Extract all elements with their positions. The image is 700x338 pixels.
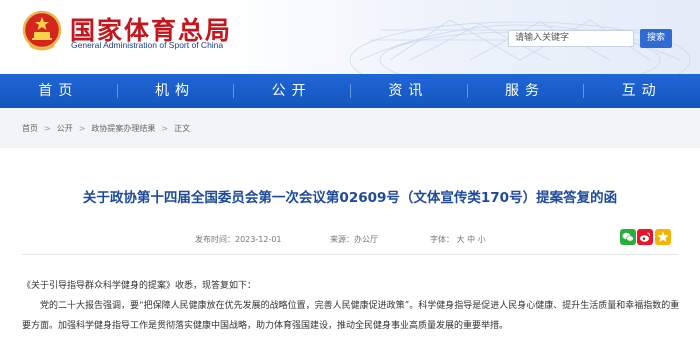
font-size-small[interactable]: 小 (478, 235, 486, 244)
source-value: 办公厅 (354, 235, 378, 244)
publish-date-label: 发布时间： (195, 235, 235, 244)
search-button[interactable]: 搜索 (640, 29, 672, 48)
site-header: 国家体育总局 General Administration of Sport o… (0, 0, 700, 74)
breadcrumb-current: 正文 (174, 124, 191, 133)
breadcrumb-separator: > (78, 124, 86, 133)
main-nav: 首页 机构 公开 资讯 服务 互动 (0, 74, 700, 108)
source-label: 来源： (330, 235, 354, 244)
nav-item-interaction[interactable]: 互动 (583, 74, 700, 108)
nav-item-public[interactable]: 公开 (233, 74, 350, 108)
site-logo-subtitle: General Administration of Sport of China (71, 40, 224, 50)
font-size-label: 字体： (430, 235, 454, 244)
breadcrumb-separator: > (161, 124, 169, 133)
publish-date: 发布时间：2023-12-01 (195, 234, 282, 245)
article-paragraph: 《关于引导指导群众科学健身的提案》收悉，现答复如下： (22, 281, 257, 291)
font-size-switcher: 字体： 大 中 小 (430, 234, 486, 245)
nav-item-service[interactable]: 服务 (466, 74, 584, 108)
nav-item-organization[interactable]: 机构 (116, 74, 234, 108)
wechat-icon[interactable] (620, 229, 636, 245)
font-size-medium[interactable]: 中 (467, 235, 475, 244)
nav-item-news[interactable]: 资讯 (350, 74, 467, 108)
breadcrumb-separator: > (44, 124, 51, 133)
breadcrumb-public[interactable]: 公开 (57, 124, 73, 133)
breadcrumb-proposal-results[interactable]: 政协提案办理结果 (91, 124, 155, 133)
publish-date-value: 2023-12-01 (235, 235, 282, 244)
breadcrumb-home[interactable]: 首页 (22, 124, 38, 133)
article-paragraph: 党的二十大报告强调，要“把保障人民健康放在优先发展的战略位置，完善人民健康促进政… (22, 301, 680, 331)
search-input[interactable]: 请输入关键字 (508, 30, 634, 47)
article-title: 关于政协第十四届全国委员会第一次会议第02609号（文体宣传类170号）提案答复… (82, 190, 618, 206)
font-size-large[interactable]: 大 (457, 235, 465, 244)
nav-item-home[interactable]: 首页 (0, 74, 117, 108)
breadcrumb: 首页 > 公开 > 政协提案办理结果 > 正文 (22, 123, 190, 134)
weibo-icon[interactable] (637, 229, 653, 245)
article-source: 来源：办公厅 (330, 234, 378, 245)
national-emblem-icon (22, 10, 62, 51)
qzone-icon[interactable] (655, 229, 671, 245)
divider (22, 254, 678, 255)
